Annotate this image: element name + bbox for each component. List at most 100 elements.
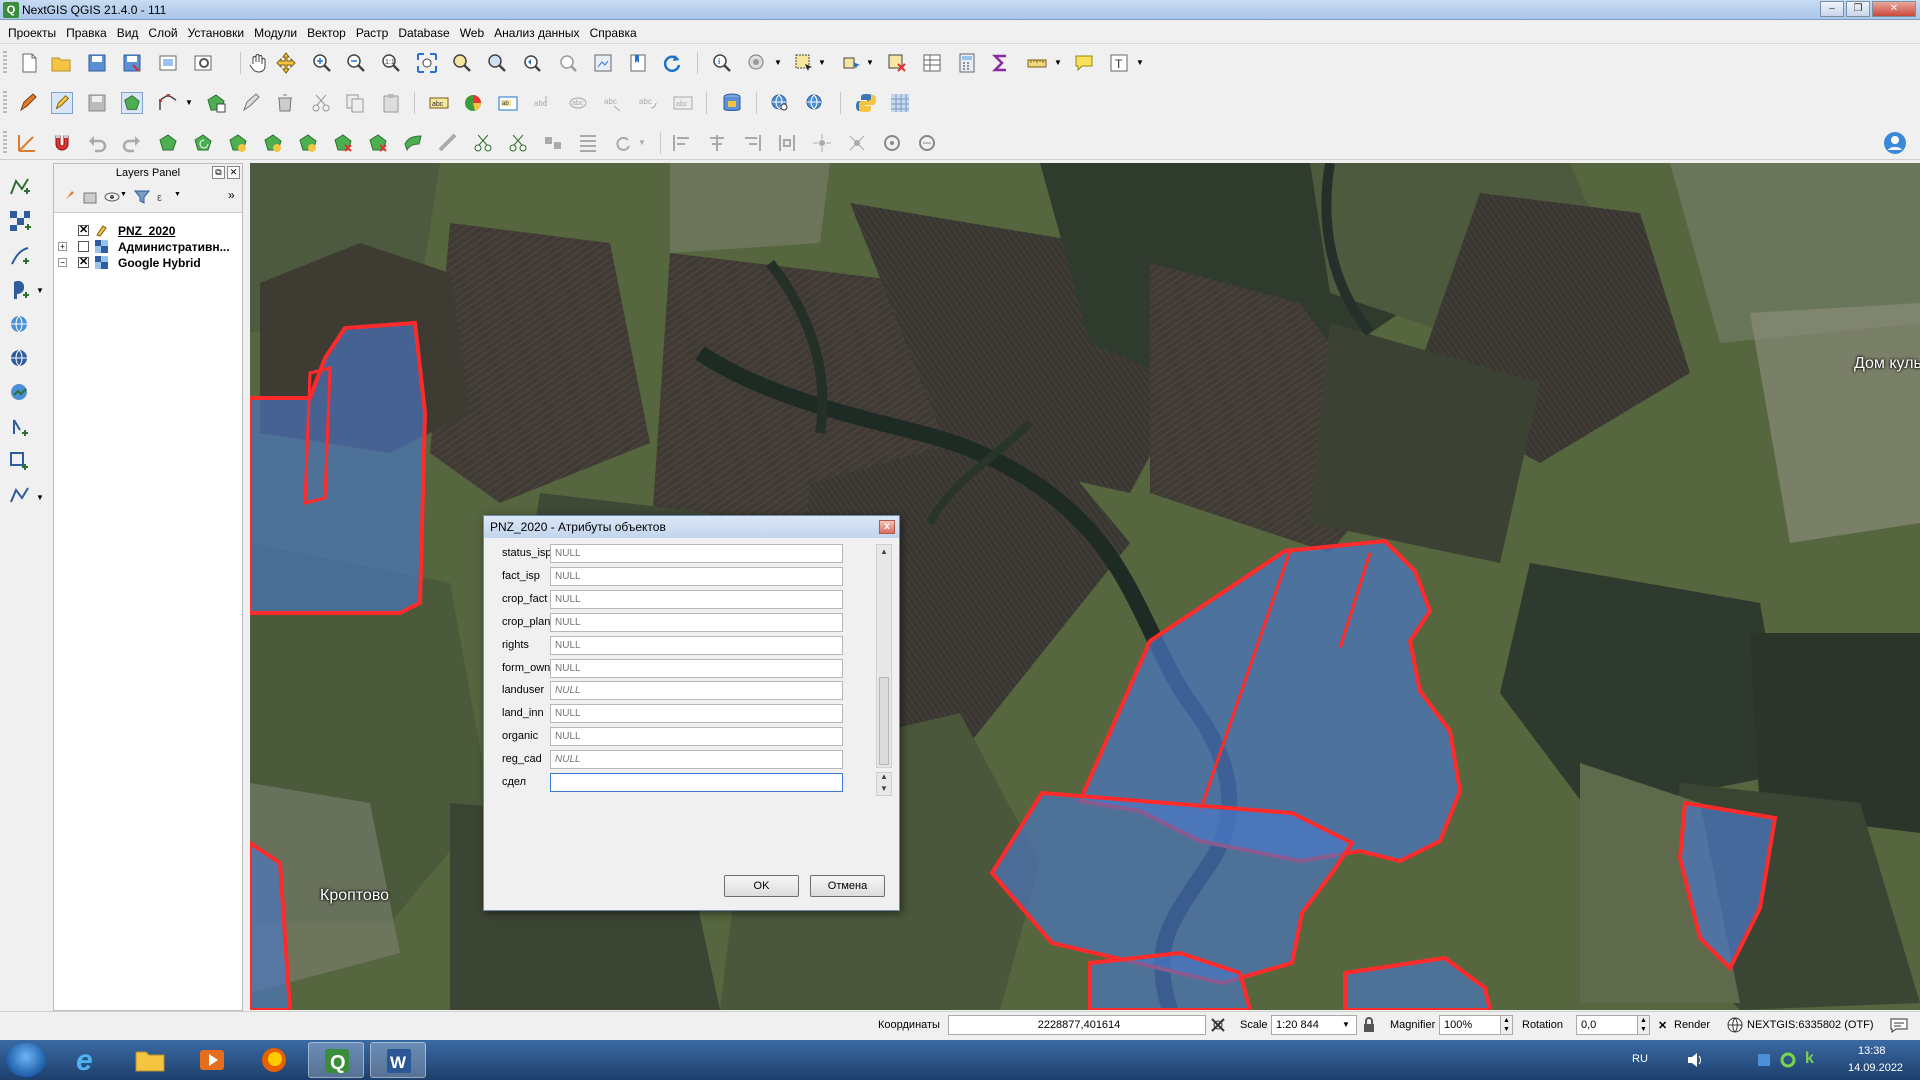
collapse-icon[interactable]: − [58, 258, 67, 267]
spin-up-icon[interactable]: ▲ [877, 771, 891, 783]
redo-icon[interactable] [121, 132, 143, 154]
toggle-editing-icon[interactable] [51, 92, 73, 114]
rotate-point-symbols-icon[interactable] [612, 132, 634, 154]
change-label-icon[interactable]: abc [672, 92, 694, 114]
pan-hand-icon[interactable] [247, 52, 269, 74]
close-window-icon[interactable]: ✕ [1872, 1, 1916, 17]
layout-manager-icon[interactable] [192, 52, 214, 74]
database-manager-icon[interactable] [721, 92, 743, 114]
add-postgis-layer-icon[interactable] [8, 278, 32, 302]
pan-to-selection-icon[interactable] [275, 52, 297, 74]
form-scrollbar[interactable]: ▲ [876, 544, 892, 768]
filter-expression-icon[interactable]: ε [156, 189, 172, 205]
chevron-down-icon[interactable]: ▼ [638, 132, 648, 154]
zoom-to-selection-icon[interactable] [451, 52, 473, 74]
layer-item-google-hybrid[interactable]: − ✕ Google Hybrid [54, 255, 242, 271]
save-layer-edits-icon[interactable] [86, 92, 108, 114]
clock-date[interactable]: 14.09.2022 [1848, 1062, 1903, 1074]
magnifier-spinner-icon[interactable]: ▲ ▼ [1500, 1015, 1513, 1035]
split-features-icon[interactable] [472, 132, 494, 154]
toolbar-handle[interactable] [3, 91, 7, 115]
add-raster-layer-icon[interactable] [8, 209, 32, 233]
word-icon[interactable]: W [370, 1042, 426, 1078]
select-features-icon[interactable] [793, 52, 815, 74]
shape-circle-icon[interactable] [881, 132, 903, 154]
advanced-digitizing-icon[interactable] [16, 132, 38, 154]
scrollbar-thumb[interactable] [879, 677, 889, 765]
chevron-down-icon[interactable]: ▼ [36, 493, 44, 502]
zoom-to-layer-icon[interactable] [486, 52, 508, 74]
menu-projects[interactable]: Проекты [0, 22, 61, 44]
move-feature-icon[interactable] [157, 132, 179, 154]
crop-plan-input[interactable] [550, 613, 843, 632]
layer-item-pnz-2020[interactable]: ✕ PNZ_2020 [54, 223, 242, 239]
refresh-icon[interactable] [661, 52, 683, 74]
align-right-icon[interactable] [741, 132, 763, 154]
rotation-spinbox[interactable]: 0,0 [1576, 1015, 1638, 1035]
menu-settings[interactable]: Установки [183, 22, 249, 44]
crop-fact-input[interactable] [550, 590, 843, 609]
python-console-icon[interactable] [855, 92, 877, 114]
menu-database[interactable]: Database [393, 22, 454, 44]
toolbar-handle[interactable] [3, 51, 7, 75]
crs-globe-icon[interactable] [1727, 1017, 1743, 1033]
messages-icon[interactable] [1890, 1017, 1908, 1033]
land-inn-input[interactable] [550, 704, 843, 723]
web-service-search-icon[interactable] [769, 92, 791, 114]
merge-features-icon[interactable] [542, 132, 564, 154]
text-annotation-icon[interactable]: T [1108, 52, 1130, 74]
cut-features-icon[interactable] [310, 92, 332, 114]
add-delimited-text-icon[interactable] [8, 244, 32, 268]
layer-visibility-checkbox[interactable] [78, 241, 89, 252]
statistics-sum-icon[interactable] [990, 52, 1012, 74]
menu-help[interactable]: Справка [585, 22, 642, 44]
vertex-tool-icon[interactable] [157, 92, 179, 114]
toolbar-handle[interactable] [3, 131, 7, 155]
coordinate-field[interactable]: 2228877,401614 [948, 1015, 1206, 1035]
add-wfs-layer-icon[interactable] [8, 347, 32, 371]
map-tips-icon[interactable] [1073, 52, 1095, 74]
menu-edit[interactable]: Правка [61, 22, 112, 44]
minimize-icon[interactable]: – [1820, 1, 1844, 17]
reshape-features-icon[interactable] [367, 132, 389, 154]
magnifier-spinbox[interactable]: 100% [1439, 1015, 1501, 1035]
current-edits-icon[interactable] [17, 92, 39, 114]
windows-start-icon[interactable] [6, 1043, 46, 1077]
deselect-all-icon[interactable] [886, 52, 908, 74]
zoom-full-icon[interactable] [416, 52, 438, 74]
distribute-icon[interactable] [776, 132, 798, 154]
media-player-icon[interactable] [184, 1042, 240, 1078]
new-project-icon[interactable] [18, 52, 40, 74]
chevron-down-icon[interactable]: ▼ [120, 191, 127, 198]
delete-selected-icon[interactable] [274, 92, 296, 114]
highlight-pinned-labels-icon[interactable]: ab [497, 92, 519, 114]
language-indicator[interactable]: RU [1632, 1053, 1648, 1065]
add-polygon-feature-icon[interactable] [121, 92, 143, 114]
edit-pencil-icon[interactable] [240, 92, 262, 114]
labeling-icon[interactable]: abc [428, 92, 450, 114]
add-group-icon[interactable] [82, 189, 98, 205]
offset-curve-icon[interactable] [402, 132, 424, 154]
shape-ellipse-icon[interactable] [916, 132, 938, 154]
open-project-icon[interactable] [50, 52, 72, 74]
split-parts-icon[interactable] [507, 132, 529, 154]
paste-features-icon[interactable] [380, 92, 402, 114]
new-shapefile-layer-icon[interactable] [8, 450, 32, 474]
simplify-feature-icon[interactable] [437, 132, 459, 154]
volume-icon[interactable] [1686, 1052, 1704, 1068]
menu-vector[interactable]: Вектор [302, 22, 351, 44]
internet-explorer-icon[interactable]: e [60, 1042, 116, 1078]
coordinate-toggle-icon[interactable] [1210, 1017, 1226, 1033]
delete-ring-icon[interactable] [297, 132, 319, 154]
new-geopackage-layer-icon[interactable] [8, 484, 32, 508]
menu-plugins[interactable]: Модули [249, 22, 302, 44]
qgis-taskbar-icon[interactable]: Q [308, 1042, 364, 1078]
trace-digitizing-icon[interactable] [811, 132, 833, 154]
grid-plugin-icon[interactable] [889, 92, 911, 114]
delete-part-icon[interactable] [332, 132, 354, 154]
zoom-out-icon[interactable] [345, 52, 367, 74]
close-panel-icon[interactable]: ✕ [227, 166, 240, 179]
add-part-icon[interactable] [262, 132, 284, 154]
fact-isp-input[interactable] [550, 567, 843, 586]
user-account-icon[interactable] [1883, 131, 1907, 155]
